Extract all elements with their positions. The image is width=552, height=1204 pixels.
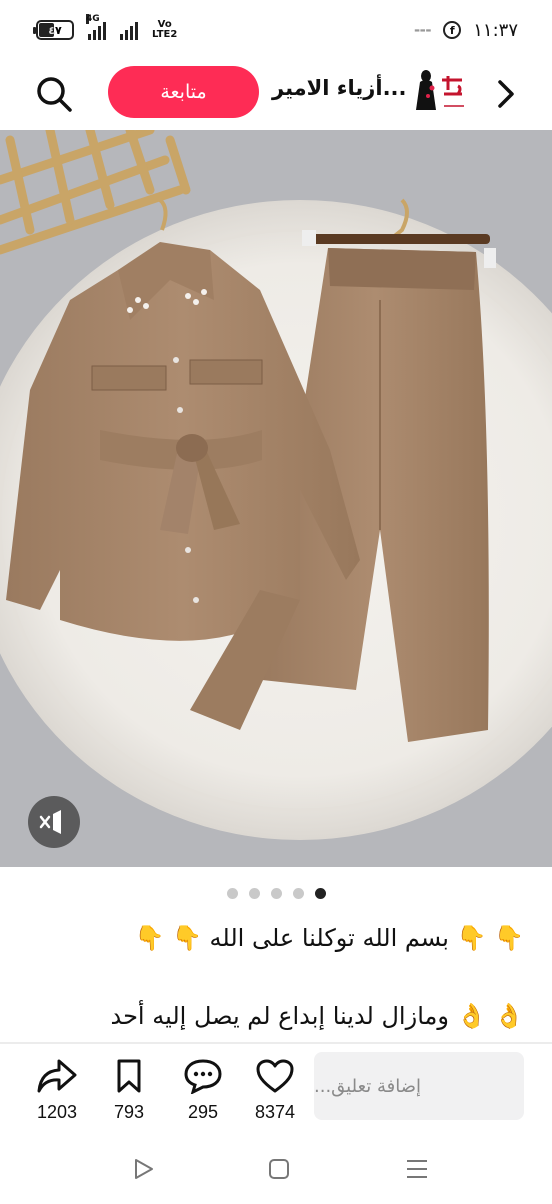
nav-back-icon [135,1159,153,1179]
account-name[interactable]: أزياء الامير... [272,76,407,100]
mute-icon [39,810,61,834]
carousel-dot[interactable] [292,888,304,899]
mini-brand-icon: ▬▬▬ [414,26,432,34]
carousel-dot[interactable] [270,888,282,899]
battery-label: ٤٧ [48,23,62,37]
back-button[interactable] [488,76,524,112]
nav-back-button[interactable] [128,1154,158,1184]
network-label: 4G [86,14,100,24]
nav-home-button[interactable] [264,1154,294,1184]
volte-label-bottom: LTE2 [152,29,178,40]
product-photo[interactable] [0,130,552,867]
outfit-illustration [0,130,552,840]
status-left: ٤٧ 4G Vo LTE2 [33,14,177,40]
brand-logo [416,70,464,110]
pointing-down-emoji-icon: 👇 👇 [134,924,202,952]
comment-input[interactable]: إضافة تعليق... [314,1052,524,1120]
save-count: 793 [113,1102,145,1122]
carousel-dot-active[interactable] [314,888,326,899]
status-right: ▬▬▬ f ١١:٣٧ [414,20,518,41]
nav-home-icon [269,1159,289,1179]
share-count: 1203 [36,1102,78,1122]
comment-icon [184,1059,222,1094]
caption-text-1: بسم الله توكلنا على الله [209,924,449,952]
volte-icon: Vo LTE2 [152,20,177,40]
pointing-down-emoji-icon: 👇 👇 [456,924,524,952]
comment-count: 295 [187,1102,219,1122]
bookmark-icon [117,1059,141,1093]
carousel-dot[interactable] [248,888,260,899]
back-arrow-icon [498,80,514,108]
comment-button[interactable]: 295 [168,1058,238,1123]
status-bar: ٤٧ 4G Vo LTE2 ▬▬▬ f ١١:٣٧ [0,0,552,60]
caption-line-2: 👌 👌 ومازال لدينا إبداع لم يصل إليه أحد [111,1002,525,1030]
signal-icon [120,20,138,40]
signal-4g-icon: 4G [86,14,106,40]
action-bar: 1203 793 295 8374 إضافة تعليق... [0,1044,552,1138]
like-count: 8374 [254,1102,296,1122]
battery-icon: ٤٧ [33,20,74,40]
carousel-indicator [0,888,552,899]
search-icon [37,77,72,112]
top-header: متابعة أزياء الامير... [0,60,552,128]
account-avatar[interactable] [410,66,472,120]
mute-button[interactable] [28,796,80,848]
clock: ١١:٣٧ [473,19,518,41]
follow-button[interactable]: متابعة [108,66,259,118]
nav-menu-icon [407,1160,427,1178]
carousel-dot[interactable] [226,888,238,899]
nav-menu-button[interactable] [402,1154,432,1184]
caption-text-2: ومازال لدينا إبداع لم يصل إليه أحد [110,1002,449,1030]
facebook-icon: f [443,21,462,39]
system-nav-bar [0,1138,552,1204]
search-button[interactable] [34,74,74,114]
ok-hand-emoji-icon: 👌 👌 [456,1002,524,1030]
heart-icon [256,1059,294,1093]
save-button[interactable]: 793 [94,1058,164,1123]
share-icon [37,1059,77,1093]
like-button[interactable]: 8374 [240,1058,310,1123]
share-button[interactable]: 1203 [22,1058,92,1123]
caption-line-1: 👇 👇 بسم الله توكلنا على الله 👇 👇 [134,924,524,952]
